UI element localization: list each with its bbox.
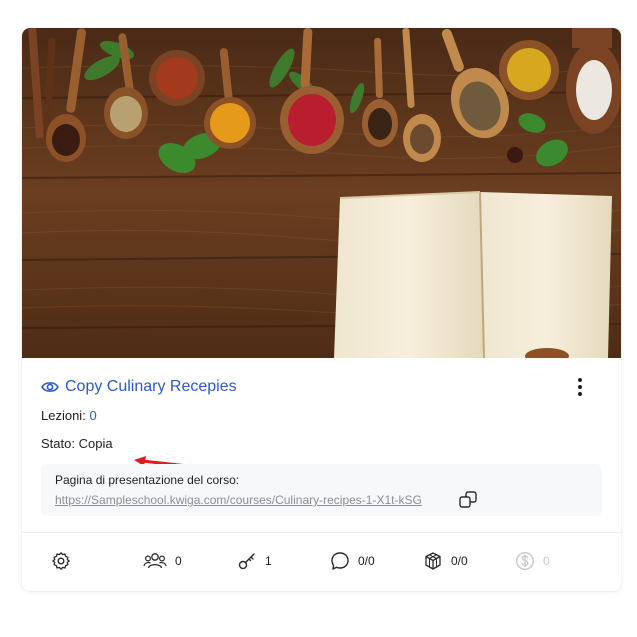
assignments-stat[interactable]: 0/0: [423, 551, 468, 571]
card-divider: [22, 532, 621, 533]
assignments-count: 0/0: [451, 554, 468, 568]
students-stat[interactable]: 0: [143, 551, 182, 571]
promo-page-link[interactable]: https://Sampleschool.kwiga.com/courses/C…: [55, 493, 422, 507]
users-icon: [143, 553, 167, 569]
course-card: Copy Culinary Recepies Lezioni: 0 Stato:…: [22, 28, 621, 591]
earnings-stat[interactable]: 0: [515, 551, 550, 571]
gear-icon: [52, 552, 70, 570]
key-icon: [238, 553, 255, 570]
status-label: Stato:: [41, 436, 75, 451]
access-keys-stat[interactable]: 1: [237, 551, 272, 571]
eye-icon: [41, 382, 59, 392]
comment-icon: [331, 552, 349, 570]
students-count: 0: [175, 554, 182, 568]
status-row: Stato: Copia: [41, 436, 113, 451]
more-vertical-icon[interactable]: [570, 376, 590, 398]
cube-icon: [425, 552, 441, 570]
promo-page-label: Pagina di presentazione del corso:: [55, 473, 240, 487]
copy-icon[interactable]: [459, 491, 477, 509]
lessons-count[interactable]: 0: [89, 408, 96, 423]
access-keys-count: 1: [265, 554, 272, 568]
settings-button[interactable]: [51, 551, 71, 571]
course-title[interactable]: Copy Culinary Recepies: [65, 378, 237, 396]
earnings-amount: 0: [543, 554, 550, 568]
lessons-row: Lezioni: 0: [41, 408, 97, 423]
course-cover-image[interactable]: [22, 28, 621, 358]
dollar-icon: [515, 551, 535, 571]
comments-count: 0/0: [358, 554, 375, 568]
status-value: Copia: [78, 436, 113, 451]
course-title-link[interactable]: Copy Culinary Recepies: [41, 378, 237, 396]
promo-page-box: Pagina di presentazione del corso: https…: [41, 464, 602, 516]
comments-stat[interactable]: 0/0: [330, 551, 375, 571]
lessons-label: Lezioni:: [41, 408, 86, 423]
